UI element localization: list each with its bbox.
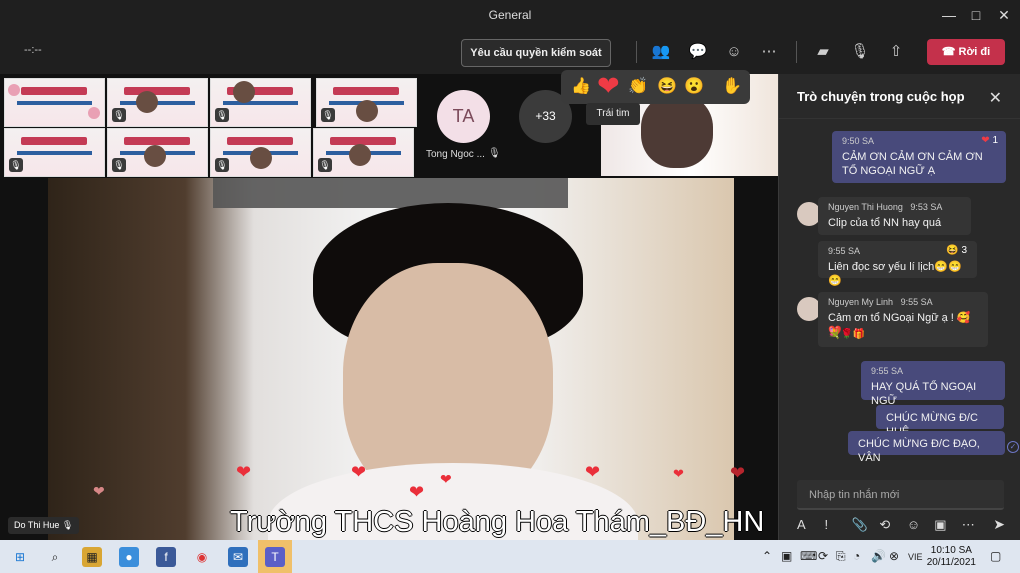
video-caption: Trường THCS Hoàng Hoa Thám_BĐ_HN: [230, 506, 765, 538]
file-explorer-icon[interactable]: ▦: [82, 547, 102, 567]
meeting-toolbar: --:-- Yêu cầu quyền kiểm soát 👥 💬 ☺ ⋯ ▰ …: [0, 30, 1020, 74]
heart-reaction-icon: ❤: [730, 463, 746, 483]
chat-message: 9:50 SA ❤ 1 CẢM ƠN CẢM ƠN CẢM ƠN TỔ NGOẠ…: [832, 131, 1006, 183]
compose-toolbar: A ! 📎 ⟲ ☺ ▣ ⋯: [797, 516, 1020, 536]
microphone-muted-icon: 🎙: [9, 158, 23, 172]
surprised-icon[interactable]: 😮: [683, 76, 705, 98]
main-video-feed: [48, 178, 734, 540]
participants-icon[interactable]: 👥: [651, 42, 671, 62]
like-icon[interactable]: 👍: [570, 76, 592, 98]
scroll-indicator-icon[interactable]: ✓: [1007, 441, 1019, 453]
participant-thumbnail[interactable]: 🎙: [4, 128, 105, 177]
send-icon[interactable]: ➤: [993, 516, 1005, 533]
chrome-icon[interactable]: ◉: [192, 547, 212, 567]
camera-icon[interactable]: ▰: [813, 42, 833, 62]
heart-reaction-icon: ❤: [409, 482, 425, 502]
close-window-icon[interactable]: ✕: [993, 4, 1015, 26]
participant-thumbnail[interactable]: [4, 78, 105, 127]
start-icon[interactable]: ⊞: [10, 547, 30, 567]
maximize-icon[interactable]: □: [965, 4, 987, 26]
microphone-muted-icon: 🎙: [488, 148, 501, 159]
format-icon[interactable]: A: [797, 517, 820, 532]
windows-taskbar: ⊞ ⌕ ▦ ● f ◉ ✉ T ⌃ ▣ ⌨ ⟳ ⎘ ◔ 🔊 ⊗ VIE 10:1…: [0, 540, 1020, 573]
chat-message: Nguyen My Linh 9:55 SA Cảm ơn tổ NGoại N…: [818, 292, 988, 347]
mail-icon[interactable]: ✉: [228, 547, 248, 567]
microphone-muted-icon[interactable]: 🎙: [850, 42, 870, 62]
chevron-up-icon[interactable]: ⌃: [762, 549, 772, 563]
participant-avatar[interactable]: TA: [437, 90, 490, 143]
participant-thumbnail[interactable]: 🎙: [313, 128, 414, 177]
request-control-button[interactable]: Yêu cầu quyền kiểm soát: [461, 39, 611, 67]
minimize-icon[interactable]: —: [938, 4, 960, 26]
zoom-icon[interactable]: ●: [119, 547, 139, 567]
message-input[interactable]: Nhập tin nhắn mới: [797, 480, 1004, 510]
tray-icon[interactable]: ▣: [781, 549, 792, 563]
attach-icon[interactable]: 📎: [852, 517, 875, 533]
microphone-muted-icon: 🎙: [112, 108, 126, 122]
meeting-stage: 🎙 🎙 🎙 🎙 🎙 🎙 🎙 TA Tong Ngoc ... 🎙 +33 ❤ ❤…: [0, 74, 778, 540]
meeting-timer: --:--: [24, 44, 42, 56]
participant-thumbnail[interactable]: 🎙: [107, 78, 208, 127]
window-title: General: [488, 8, 532, 22]
gif-icon[interactable]: ▣: [934, 517, 957, 533]
reaction-bar: 👍 ❤ 👏 😆 😮 ✋: [561, 70, 750, 104]
close-chat-icon[interactable]: ✕: [989, 88, 1002, 108]
microphone-muted-icon: 🎙: [112, 158, 126, 172]
toolbar-divider: [796, 41, 797, 63]
participant-thumbnail[interactable]: 🎙: [107, 128, 208, 177]
important-icon[interactable]: !: [824, 517, 847, 532]
microphone-muted-icon: 🎙: [318, 158, 332, 172]
microphone-muted-icon: 🎙: [321, 108, 335, 122]
chat-panel: Trò chuyện trong cuộc họp ✕ 9:50 SA ❤ 1 …: [778, 74, 1020, 540]
heart-reaction-icon: ❤: [981, 135, 990, 146]
leave-button[interactable]: ☎ Rời đi: [927, 39, 1005, 65]
facebook-icon[interactable]: f: [156, 547, 176, 567]
volume-icon[interactable]: 🔊: [871, 549, 886, 563]
heart-reaction-icon: ❤: [351, 462, 367, 482]
tray-icon[interactable]: ⟳: [818, 549, 828, 563]
tray-icon[interactable]: ⊗: [889, 549, 899, 563]
chat-message: CHÚC MỪNG Đ/C ĐẠO, VÂN: [848, 431, 1005, 464]
raise-hand-icon[interactable]: ✋: [721, 76, 743, 98]
share-screen-icon[interactable]: ⇧: [886, 42, 906, 62]
reaction-tooltip: Trái tim: [586, 103, 640, 125]
speaker-name-tag: Do Thi Hue 🎙: [8, 517, 80, 534]
language-indicator[interactable]: VIE: [908, 552, 923, 562]
chat-message: CHÚC MỪNG Đ/C HUỆ: [876, 405, 1004, 438]
participant-thumbnail[interactable]: 🎙: [210, 78, 311, 127]
applause-icon[interactable]: 👏: [627, 76, 649, 98]
loop-icon[interactable]: ⟲: [879, 517, 902, 533]
notifications-icon[interactable]: ▢: [990, 549, 1001, 563]
teams-icon[interactable]: T: [265, 547, 285, 567]
title-bar: General — □ ✕: [0, 0, 1020, 30]
microphone-muted-icon: 🎙: [215, 108, 229, 122]
network-icon[interactable]: ⎘: [836, 549, 846, 564]
chat-message: 9:55 SA HAY QUÁ TỔ NGOẠI NGỮ: [861, 361, 1005, 407]
microphone-muted-icon: 🎙: [215, 158, 229, 172]
search-icon[interactable]: ⌕: [45, 547, 65, 567]
more-options-icon[interactable]: ⋯: [759, 42, 779, 62]
chat-icon[interactable]: 💬: [688, 42, 708, 62]
chat-title: Trò chuyện trong cuộc họp: [797, 89, 965, 104]
reactions-icon[interactable]: ☺: [724, 42, 744, 62]
wifi-icon[interactable]: ◔: [853, 549, 860, 563]
heart-icon[interactable]: ❤: [597, 73, 620, 100]
heart-reaction-icon: ❤: [673, 466, 684, 481]
laugh-icon[interactable]: 😆: [656, 76, 678, 98]
heart-reaction-icon: ❤: [585, 462, 601, 482]
heart-reaction-icon: ❤: [440, 471, 452, 487]
chat-message: Nguyen Thi Huong 9:53 SA Clip của tổ NN …: [818, 197, 971, 235]
heart-reaction-icon: ❤: [236, 462, 252, 482]
tray-icon[interactable]: ⌨: [800, 549, 817, 563]
chat-message: 9:55 SA 😆 3 Liên đọc sơ yếu lí lịch😁😁😁: [818, 241, 977, 287]
toolbar-divider: [636, 41, 637, 63]
emoji-icon[interactable]: ☺: [907, 517, 930, 532]
participant-thumbnail[interactable]: 🎙: [210, 128, 311, 177]
more-compose-icon[interactable]: ⋯: [962, 517, 985, 533]
taskbar-clock[interactable]: 10:10 SA 20/11/2021: [927, 545, 976, 569]
heart-reaction-icon: ❤: [93, 483, 105, 499]
participant-thumbnail[interactable]: 🎙: [316, 78, 417, 127]
